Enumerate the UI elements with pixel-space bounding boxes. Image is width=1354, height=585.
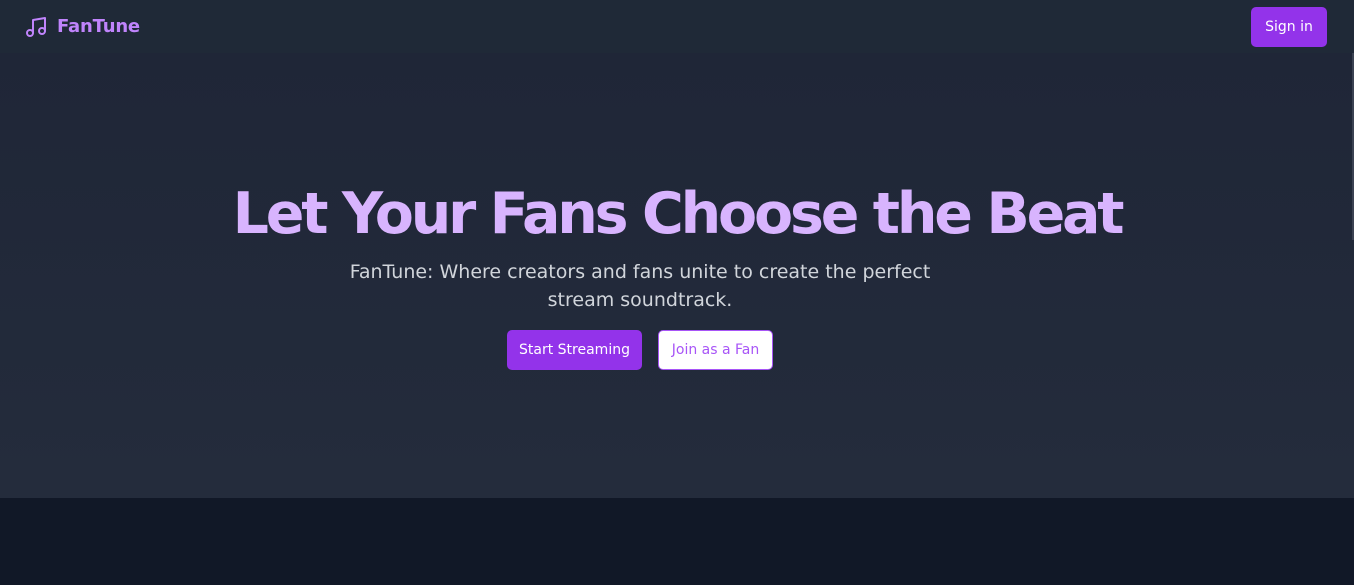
join-as-fan-button[interactable]: Join as a Fan <box>658 330 773 370</box>
brand-link[interactable]: FanTune <box>24 15 140 39</box>
hero-subtitle: FanTune: Where creators and fans unite t… <box>349 261 931 311</box>
hero-title: Let Your Fans Choose the Beat <box>232 181 1125 247</box>
lower-section <box>0 498 1354 585</box>
music-note-icon <box>26 16 46 37</box>
sign-in-button[interactable]: Sign in <box>1251 6 1327 47</box>
start-streaming-button[interactable]: Start Streaming <box>507 330 642 370</box>
brand-name: FanTune <box>57 16 140 37</box>
hero-actions: Start Streaming Join as a Fan <box>507 330 773 370</box>
hero-section: Let Your Fans Choose the Beat FanTune: W… <box>0 53 1354 498</box>
top-nav: FanTune Sign in <box>0 0 1354 53</box>
